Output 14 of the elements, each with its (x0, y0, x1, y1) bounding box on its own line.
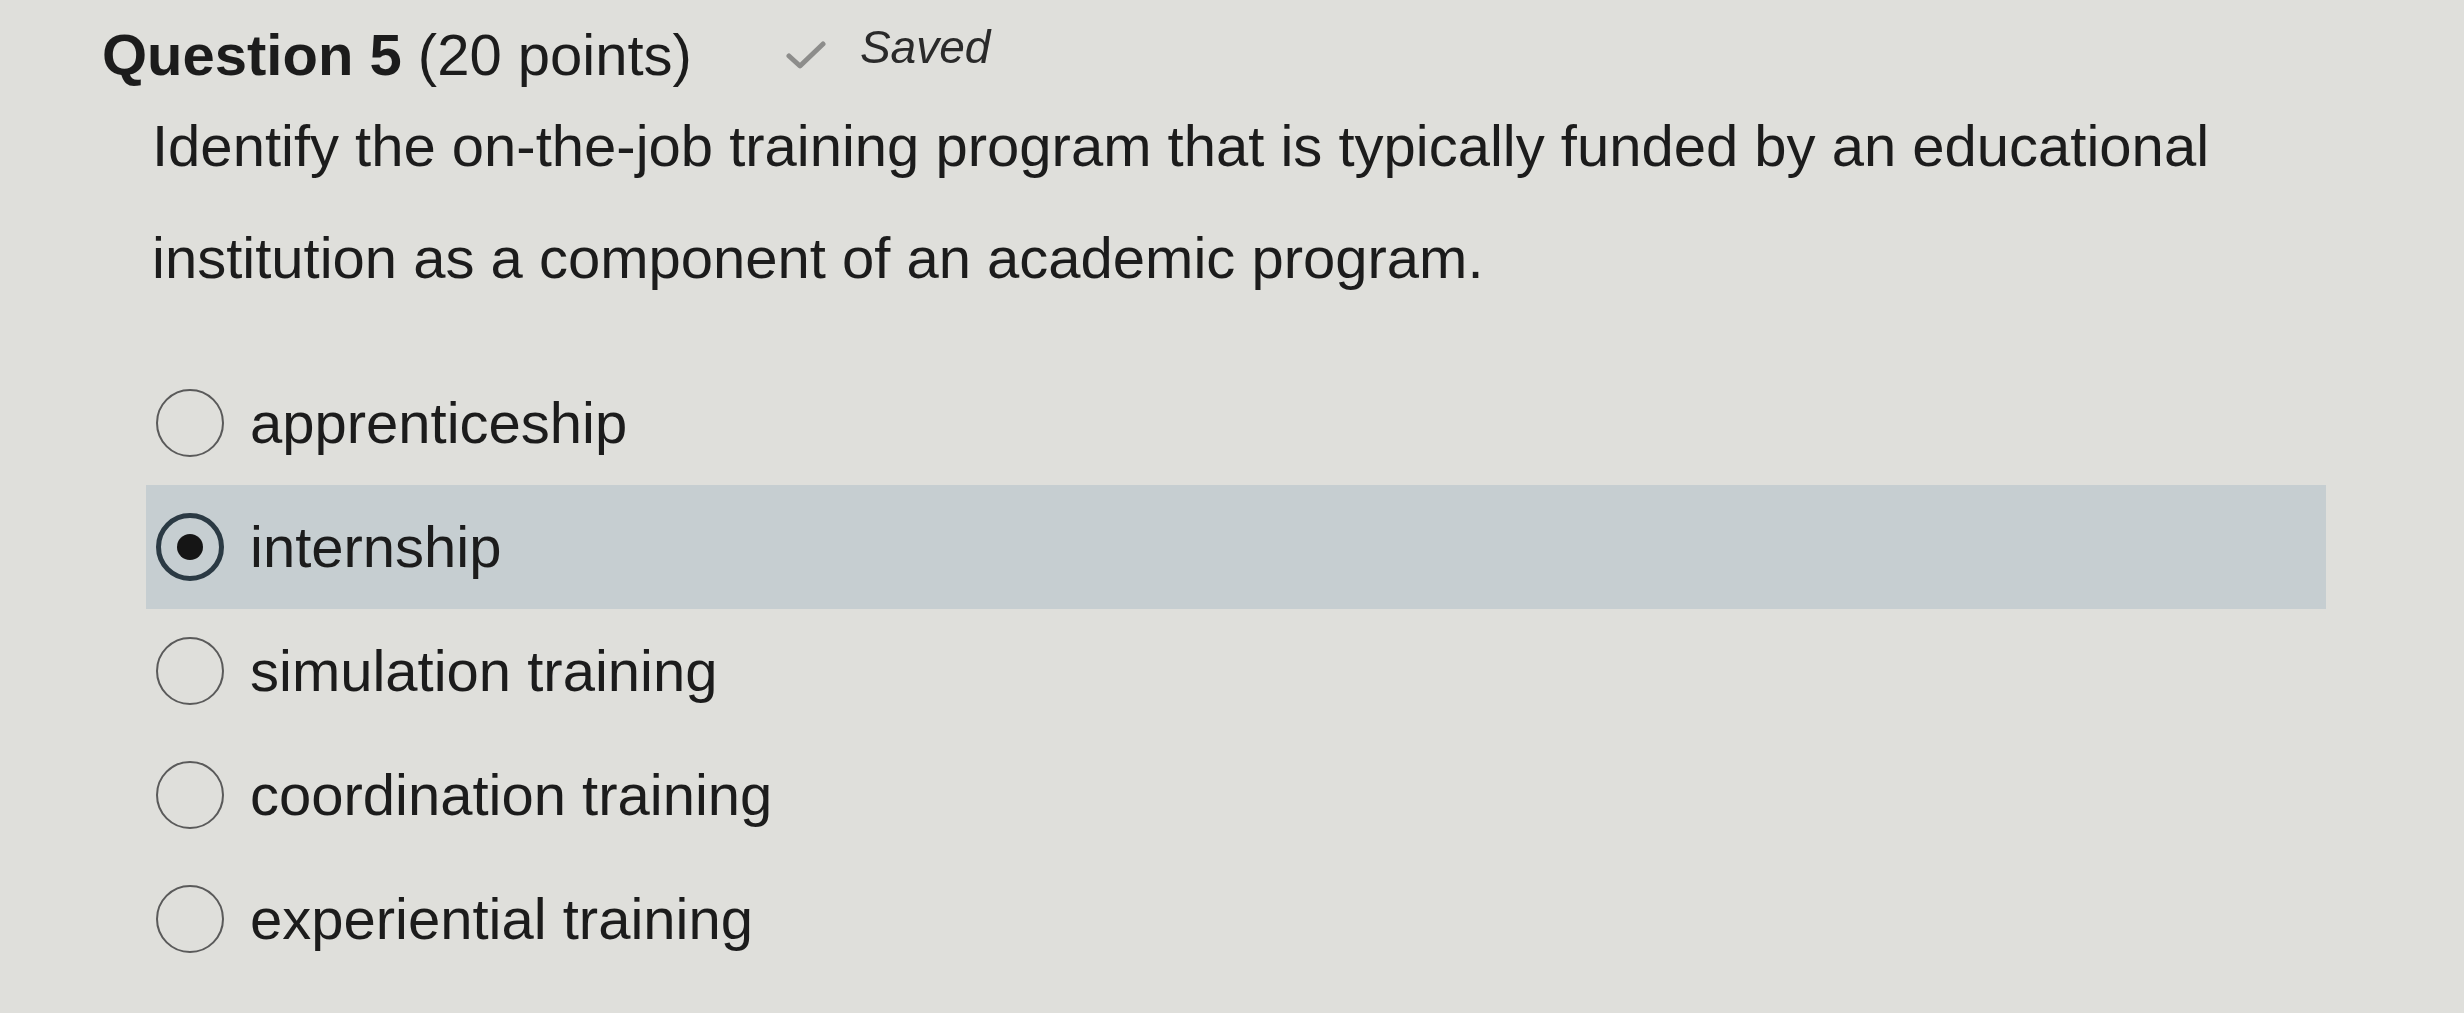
answer-option-label[interactable]: coordination training (250, 760, 773, 830)
answer-option-label[interactable]: simulation training (250, 636, 718, 706)
answer-option-label[interactable]: internship (250, 512, 502, 582)
radio-button[interactable] (156, 637, 224, 705)
answer-option-label[interactable]: apprenticeship (250, 388, 628, 458)
save-status-text: Saved (859, 20, 991, 75)
radio-button[interactable] (156, 761, 224, 829)
radio-button[interactable] (156, 389, 224, 457)
question-text: Identify the on-the-job training program that is typically funded by an educational institution as a component of an academic program. (152, 112, 2211, 292)
answer-option-label[interactable]: experiential training (250, 884, 753, 954)
question-heading: Question 5 (20 points) (102, 21, 692, 89)
radio-button[interactable] (156, 885, 224, 953)
checkmark-icon (785, 41, 826, 69)
radio-button[interactable] (156, 513, 224, 581)
